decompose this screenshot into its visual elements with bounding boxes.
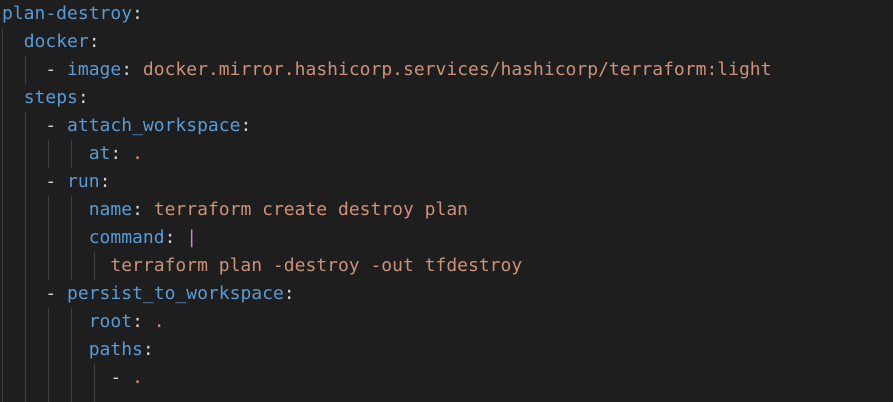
yaml-dash: - xyxy=(45,171,68,192)
code-line[interactable]: - run: xyxy=(2,168,110,196)
yaml-dash: - xyxy=(45,59,68,80)
yaml-colon: : xyxy=(164,227,187,248)
yaml-colon: : xyxy=(132,311,154,332)
yaml-key: command xyxy=(88,227,165,248)
yaml-colon: : xyxy=(240,115,252,136)
code-line[interactable]: plan-destroy: xyxy=(2,0,143,28)
code-line[interactable]: - persist_to_workspace: xyxy=(2,280,295,308)
yaml-colon: : xyxy=(110,143,133,164)
yaml-value: . xyxy=(132,367,143,388)
yaml-colon: : xyxy=(121,59,143,80)
code-editor[interactable]: plan-destroy: docker: - image: docker.mi… xyxy=(0,0,893,402)
yaml-colon: : xyxy=(142,339,154,360)
yaml-key: persist_to_workspace xyxy=(67,283,284,304)
yaml-value: terraform create destroy plan xyxy=(153,199,469,220)
yaml-key: name xyxy=(88,199,133,220)
yaml-dash: - xyxy=(45,115,68,136)
yaml-key: attach_workspace xyxy=(67,115,241,136)
code-line[interactable]: - attach_workspace: xyxy=(2,112,251,140)
yaml-dash: - xyxy=(45,283,68,304)
yaml-colon: : xyxy=(77,87,89,108)
yaml-dash: - xyxy=(110,367,133,388)
yaml-key: image xyxy=(67,59,122,80)
code-line[interactable]: at: . xyxy=(2,140,143,168)
yaml-key: plan-destroy xyxy=(2,3,133,24)
code-line[interactable]: docker: xyxy=(2,28,100,56)
code-line[interactable]: name: terraform create destroy plan xyxy=(2,196,468,224)
code-line[interactable]: root: . xyxy=(2,308,165,336)
yaml-value: . xyxy=(153,311,165,332)
yaml-key: paths xyxy=(88,339,143,360)
yaml-key: steps xyxy=(23,87,78,108)
yaml-block-indicator: | xyxy=(186,227,198,248)
yaml-colon: : xyxy=(99,171,111,192)
yaml-colon: : xyxy=(132,3,143,24)
yaml-key: run xyxy=(67,171,100,192)
code-line[interactable]: terraform plan -destroy -out tfdestroy xyxy=(2,252,522,280)
yaml-value: docker.mirror.hashicorp.services/hashico… xyxy=(142,59,772,80)
yaml-key: root xyxy=(88,311,133,332)
code-line[interactable]: command: | xyxy=(2,224,197,252)
yaml-colon: : xyxy=(132,199,154,220)
yaml-value: . xyxy=(132,143,143,164)
yaml-block-text: terraform plan -destroy -out tfdestroy xyxy=(110,255,523,276)
yaml-colon: : xyxy=(283,283,295,304)
yaml-key: at xyxy=(88,143,111,164)
code-line[interactable]: steps: xyxy=(2,84,89,112)
code-line[interactable]: - . xyxy=(2,364,143,392)
code-line[interactable]: paths: xyxy=(2,336,154,364)
yaml-colon: : xyxy=(88,31,100,52)
code-line[interactable]: - image: docker.mirror.hashicorp.service… xyxy=(2,56,771,84)
yaml-key: docker xyxy=(23,31,89,52)
